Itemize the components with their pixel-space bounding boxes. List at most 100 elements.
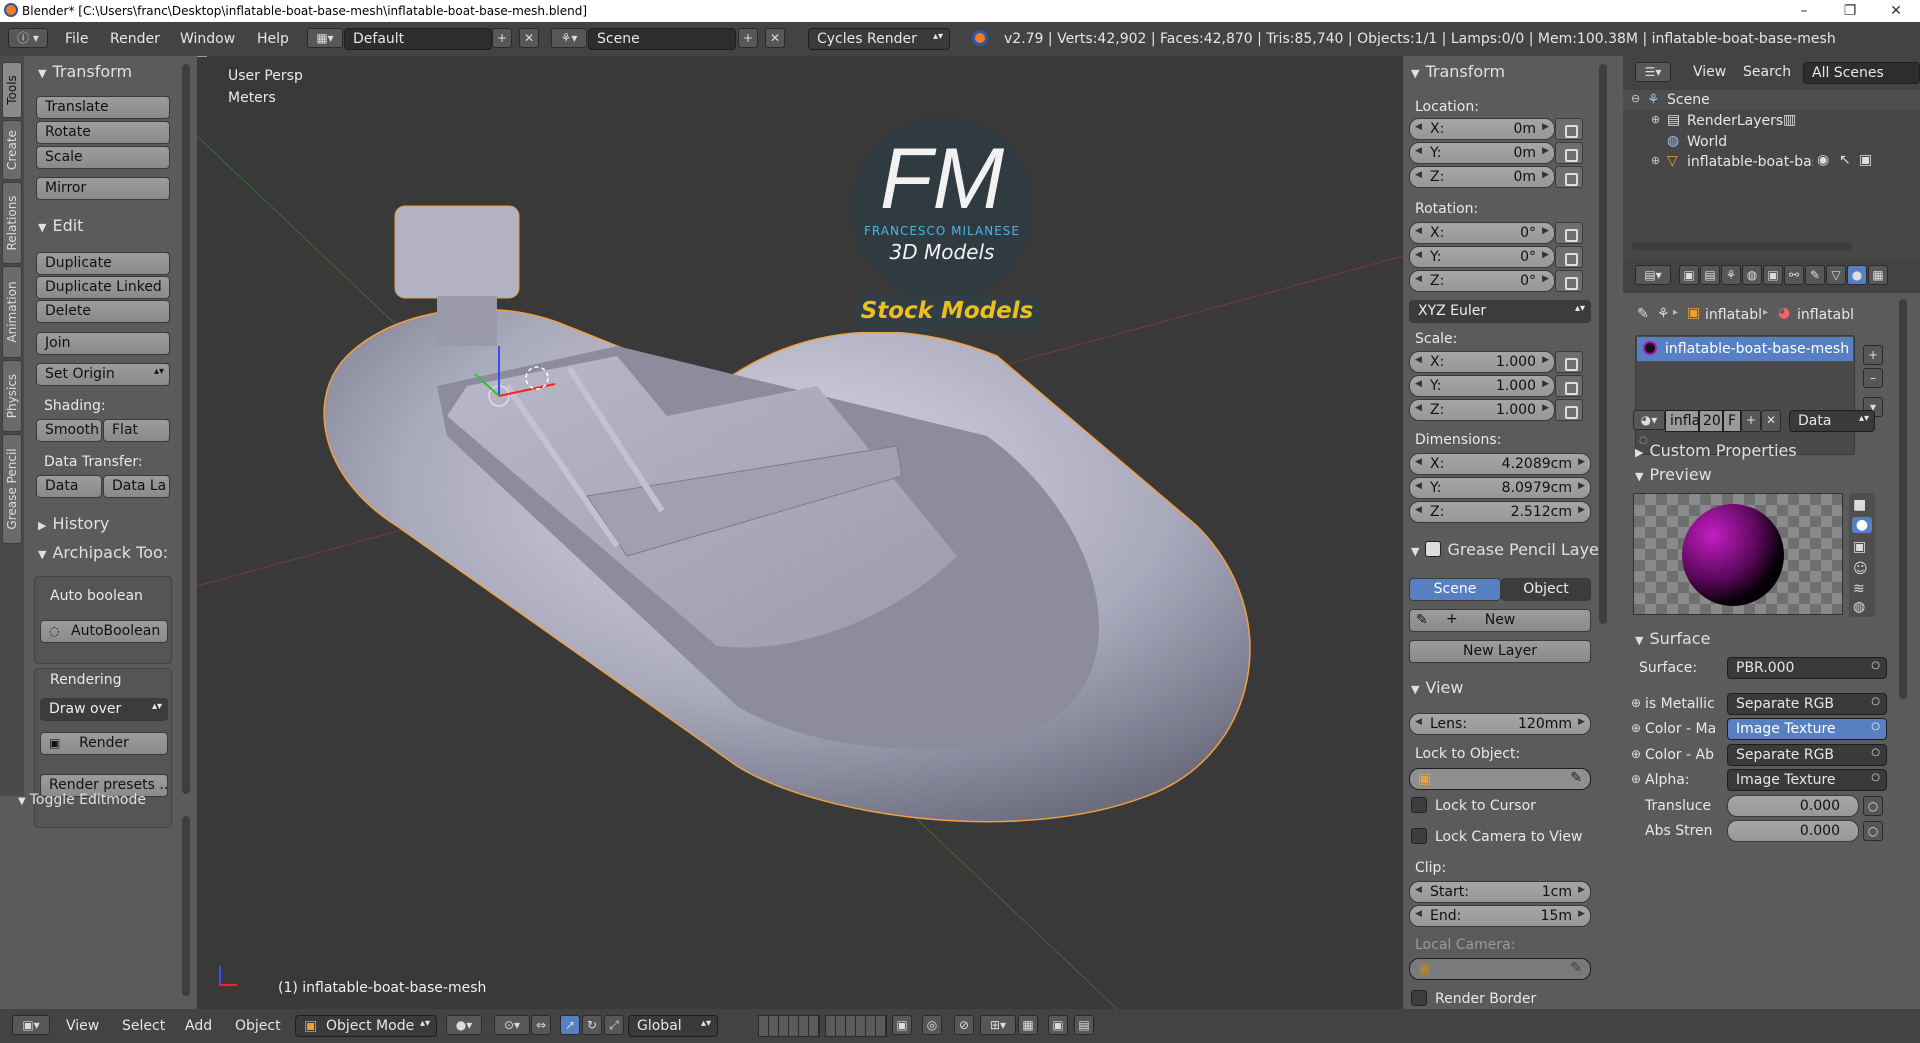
tab-grease-pencil[interactable]: Grease Pencil xyxy=(2,434,22,544)
translucent-field[interactable]: 0.000 xyxy=(1727,795,1859,817)
expand-input-icon[interactable]: ⊕ xyxy=(1631,696,1641,710)
lock-rotation-y-icon[interactable] xyxy=(1555,246,1583,268)
close-window-button[interactable]: ✕ xyxy=(1873,0,1919,22)
preview-world-icon[interactable]: ◍ xyxy=(1853,599,1865,615)
flat-shading-button[interactable]: Flat xyxy=(103,419,170,442)
collapse-icon[interactable]: ⊖ xyxy=(1631,92,1640,105)
duplicate-linked-button[interactable]: Duplicate Linked xyxy=(36,276,170,299)
preview-monkey-icon[interactable]: ☺ xyxy=(1853,561,1868,577)
menu-view[interactable]: View xyxy=(66,1018,99,1034)
material-tab-icon[interactable]: ● xyxy=(1847,265,1867,285)
preview-header[interactable]: ▼ Preview xyxy=(1635,465,1712,484)
browse-material-icon[interactable]: ◕▾ xyxy=(1633,410,1665,430)
menu-object[interactable]: Object xyxy=(235,1018,281,1034)
manipulator-toggle-icon[interactable]: ⇔ xyxy=(531,1015,551,1035)
preview-hair-icon[interactable]: ≋ xyxy=(1853,581,1865,597)
gp-object-button[interactable]: Object xyxy=(1501,578,1591,601)
data-transfer-button[interactable]: Data xyxy=(36,475,102,498)
menu-render[interactable]: Render xyxy=(110,31,160,47)
transform-panel-header[interactable]: ▼ Transform xyxy=(38,62,132,81)
expand-icon[interactable]: ⊕ xyxy=(1651,113,1660,126)
input-color-ab-link[interactable]: Separate RGB ○ xyxy=(1727,744,1887,766)
data-layout-button[interactable]: Data La xyxy=(103,475,170,498)
visibility-eye-icon[interactable]: ◉ xyxy=(1817,152,1829,168)
npanel-scrollbar[interactable] xyxy=(1599,64,1607,624)
render-engine-select[interactable]: Cycles Render ▴▾ xyxy=(808,28,950,50)
outliner-object-label[interactable]: inflatable-boat-base-m xyxy=(1687,154,1813,170)
transform-orientation-select[interactable]: Global ▴▾ xyxy=(628,1015,718,1037)
tab-tools[interactable]: Tools xyxy=(2,62,22,118)
lock-object-field[interactable]: ▣ ✎ xyxy=(1409,768,1591,790)
render-border-checkbox[interactable] xyxy=(1411,990,1427,1006)
scale-x-field[interactable]: ◀ X: 1.000 ▶ xyxy=(1409,351,1555,373)
scene-icon[interactable]: ⚘▾ xyxy=(551,28,587,48)
new-material-icon[interactable]: + xyxy=(1741,410,1761,432)
menu-help[interactable]: Help xyxy=(257,31,289,47)
constraints-tab-icon[interactable]: ⚯ xyxy=(1784,265,1804,285)
rotate-manipulator-icon[interactable]: ↻ xyxy=(582,1015,602,1035)
outliner-view-menu[interactable]: View xyxy=(1693,64,1726,80)
layers-grid-1[interactable] xyxy=(758,1015,820,1037)
menu-add[interactable]: Add xyxy=(185,1018,212,1034)
preview-flat-icon[interactable]: ■ xyxy=(1853,497,1866,513)
rotation-y-field[interactable]: ◀ Y: 0° ▶ xyxy=(1409,246,1555,268)
data-tab-icon[interactable]: ▽ xyxy=(1826,265,1846,285)
remove-slot-icon[interactable]: – xyxy=(1863,368,1883,388)
outliner-search-menu[interactable]: Search xyxy=(1743,64,1791,80)
view-panel-header[interactable]: ▼ View xyxy=(1411,678,1463,697)
lock-location-y-icon[interactable] xyxy=(1555,142,1583,164)
input-color-ma-link[interactable]: Image Texture ○ xyxy=(1727,718,1887,740)
input-alpha-link[interactable]: Image Texture ○ xyxy=(1727,769,1887,791)
material-link-select[interactable]: Data ▴▾ xyxy=(1789,410,1875,432)
tab-create[interactable]: Create xyxy=(2,120,22,180)
toggle-editmode-label[interactable]: ▼ Toggle Editmode xyxy=(18,792,146,808)
3d-viewport[interactable]: User Persp Meters FM FRANCESCO MILANESE … xyxy=(197,56,1403,1009)
scale-y-field[interactable]: ◀ Y: 1.000 ▶ xyxy=(1409,375,1555,397)
snap-toggle-icon[interactable]: ⊘ xyxy=(954,1015,974,1035)
location-x-field[interactable]: ◀ X: 0m ▶ xyxy=(1409,118,1555,140)
viewport-shading-icon[interactable]: ●▾ xyxy=(446,1015,482,1035)
info-editor-type-button[interactable]: ⓘ ▾ xyxy=(8,28,48,48)
fake-user-toggle[interactable]: F xyxy=(1723,410,1741,432)
render-tab-icon[interactable]: ▣ xyxy=(1679,265,1699,285)
outliner-display-mode[interactable]: All Scenes xyxy=(1803,62,1920,84)
select-arrow-icon[interactable]: ↖ xyxy=(1839,152,1851,168)
translate-button[interactable]: Translate xyxy=(36,96,170,119)
clip-start-field[interactable]: ◀ Start: 1cm ▶ xyxy=(1409,881,1591,903)
lock-camera-checkbox[interactable] xyxy=(1411,828,1427,844)
minimize-button[interactable]: – xyxy=(1781,0,1827,22)
join-button[interactable]: Join xyxy=(36,332,170,355)
scene-tab-icon[interactable]: ⚘ xyxy=(1721,265,1741,285)
eyedropper-icon[interactable]: ✎ xyxy=(1570,770,1582,786)
surface-shader-select[interactable]: PBR.000 ○ xyxy=(1727,657,1887,679)
n-transform-header[interactable]: ▼ Transform xyxy=(1411,62,1505,81)
texture-tab-icon[interactable]: ▦ xyxy=(1868,265,1888,285)
menu-window[interactable]: Window xyxy=(180,31,235,47)
render-camera-icon[interactable]: ▣ xyxy=(1859,152,1872,168)
draw-over-dropdown[interactable]: Draw over ▴▾ xyxy=(40,698,168,721)
snap-target-icon[interactable]: ▦ xyxy=(1018,1015,1038,1035)
scale-z-field[interactable]: ◀ Z: 1.000 ▶ xyxy=(1409,399,1555,421)
custom-properties-header[interactable]: ▶ Custom Properties xyxy=(1635,441,1797,460)
lock-layers-icon[interactable]: ▣ xyxy=(892,1015,912,1035)
history-panel-header[interactable]: ▶ History xyxy=(38,514,109,533)
pin-icon[interactable]: ✎ xyxy=(1637,306,1649,322)
unlink-material-icon[interactable]: ✕ xyxy=(1761,410,1781,432)
scale-button[interactable]: Scale xyxy=(36,146,170,169)
lock-location-x-icon[interactable] xyxy=(1555,118,1583,140)
rotation-x-field[interactable]: ◀ X: 0° ▶ xyxy=(1409,222,1555,244)
expand-input-icon[interactable]: ⊕ xyxy=(1631,772,1641,786)
rotate-button[interactable]: Rotate xyxy=(36,121,170,144)
layers-grid-2[interactable] xyxy=(825,1015,887,1037)
props-scrollbar[interactable] xyxy=(1899,299,1907,699)
props-editor-type-icon[interactable]: ▤▾ xyxy=(1635,265,1671,285)
gp-new-button[interactable]: ✎ + New xyxy=(1409,609,1591,632)
pivot-point-icon[interactable]: ⊙▾ xyxy=(494,1015,530,1035)
mode-select[interactable]: ▣ Object Mode ▴▾ xyxy=(295,1015,437,1037)
modifiers-tab-icon[interactable]: ✎ xyxy=(1805,265,1825,285)
grease-pencil-header[interactable]: ▼ Grease Pencil Layer xyxy=(1411,540,1605,559)
gp-scene-button[interactable]: Scene xyxy=(1409,578,1501,601)
location-z-field[interactable]: ◀ Z: 0m ▶ xyxy=(1409,166,1555,188)
renderlayer-toggle-icon[interactable]: ▥ xyxy=(1783,112,1796,128)
location-y-field[interactable]: ◀ Y: 0m ▶ xyxy=(1409,142,1555,164)
